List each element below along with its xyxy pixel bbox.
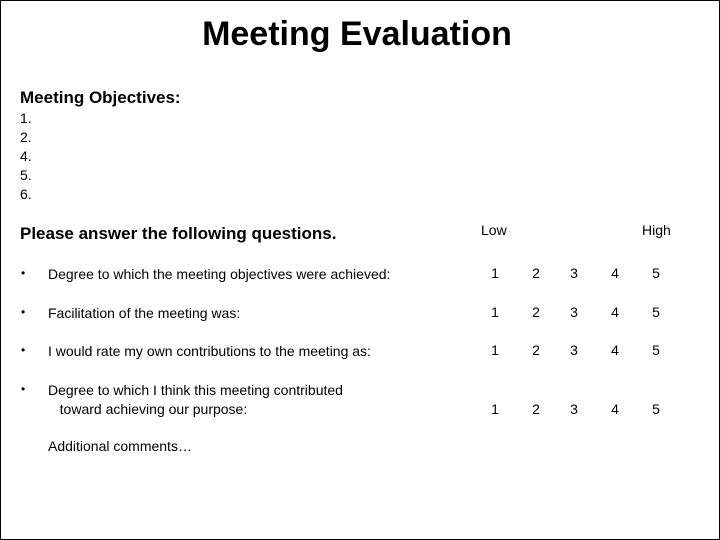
questions-heading: Please answer the following questions. xyxy=(20,224,337,243)
rating-option-2[interactable]: 2 xyxy=(526,401,546,417)
meeting-evaluation-slide: Meeting Evaluation Meeting Objectives: 1… xyxy=(0,0,720,540)
objective-item: 2. xyxy=(20,129,32,145)
rating-option-5[interactable]: 5 xyxy=(646,342,666,358)
objective-item: 5. xyxy=(20,167,32,183)
rating-option-4[interactable]: 4 xyxy=(605,304,625,320)
rating-option-3[interactable]: 3 xyxy=(564,401,584,417)
question-text: Degree to which the meeting objectives w… xyxy=(48,266,391,282)
rating-option-3[interactable]: 3 xyxy=(564,304,584,320)
question-text: Degree to which I think this meeting con… xyxy=(48,382,343,417)
question-text: Facilitation of the meeting was: xyxy=(48,305,241,321)
scale-high-label: High xyxy=(642,222,671,238)
rating-option-2[interactable]: 2 xyxy=(526,304,546,320)
objective-item: 1. xyxy=(20,110,32,126)
rating-option-1[interactable]: 1 xyxy=(485,401,505,417)
objective-item: 6. xyxy=(20,186,32,202)
rating-option-4[interactable]: 4 xyxy=(605,265,625,281)
rating-option-3[interactable]: 3 xyxy=(564,342,584,358)
bullet-icon: • xyxy=(21,266,26,280)
rating-option-1[interactable]: 1 xyxy=(485,265,505,281)
rating-option-3[interactable]: 3 xyxy=(564,265,584,281)
rating-option-2[interactable]: 2 xyxy=(526,265,546,281)
rating-option-1[interactable]: 1 xyxy=(485,342,505,358)
objectives-list: 1. 2. 4. 5. 6. xyxy=(20,109,32,204)
question-text: I would rate my own contributions to the… xyxy=(48,343,371,359)
rating-option-4[interactable]: 4 xyxy=(605,342,625,358)
rating-option-1[interactable]: 1 xyxy=(485,304,505,320)
additional-comments-label: Additional comments… xyxy=(48,438,192,454)
rating-option-5[interactable]: 5 xyxy=(646,401,666,417)
page-title: Meeting Evaluation xyxy=(202,15,512,53)
bullet-icon: • xyxy=(21,305,26,319)
objectives-heading: Meeting Objectives: xyxy=(20,88,181,107)
objective-item: 4. xyxy=(20,148,32,164)
bullet-icon: • xyxy=(21,343,26,357)
rating-option-5[interactable]: 5 xyxy=(646,304,666,320)
scale-low-label: Low xyxy=(481,222,507,238)
bullet-icon: • xyxy=(21,382,26,396)
rating-option-4[interactable]: 4 xyxy=(605,401,625,417)
rating-option-2[interactable]: 2 xyxy=(526,342,546,358)
rating-option-5[interactable]: 5 xyxy=(646,265,666,281)
